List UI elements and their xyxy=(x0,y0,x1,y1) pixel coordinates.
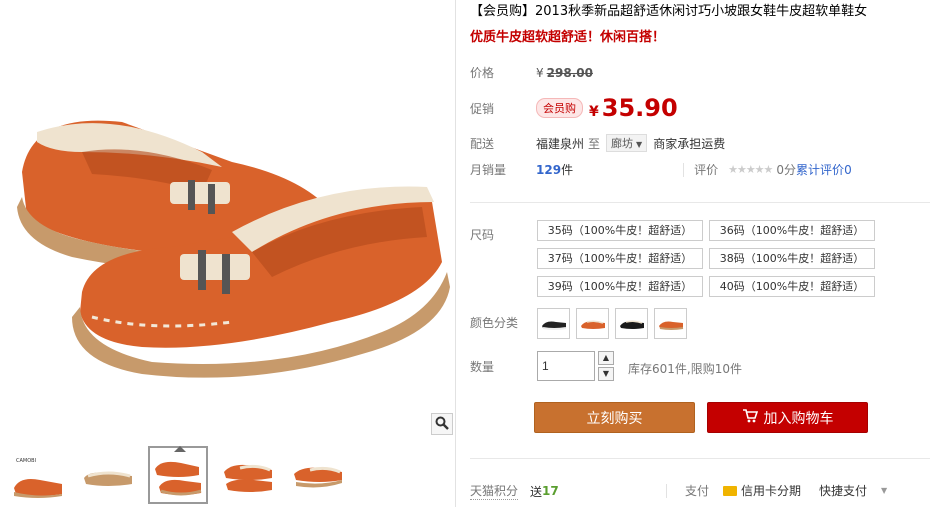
size-option-39[interactable]: 39码（100%牛皮！超舒适） xyxy=(537,276,703,297)
promo-label: 促销 xyxy=(470,101,495,116)
delivery-row: 配送 福建泉州 至 廊坊 ▼ 商家承担运费 xyxy=(470,134,725,152)
delivery-from: 福建泉州 xyxy=(536,136,585,151)
sales-row: 月销量 129 件 评价 ★★★★★ 0分 累计评价 0 xyxy=(470,161,852,178)
price-currency: ¥ xyxy=(536,65,544,80)
buy-now-button[interactable]: 立刻购买 xyxy=(534,402,695,433)
divider-line-footer xyxy=(470,458,930,459)
product-subtitle: 优质牛皮超软超舒适！休闲百搭！ xyxy=(470,30,666,45)
city-select-value: 廊坊 xyxy=(611,137,634,150)
thumbnail-pair-top[interactable] xyxy=(218,446,278,504)
add-to-cart-label: 加入购物车 xyxy=(763,410,834,427)
main-product-image[interactable] xyxy=(2,2,454,434)
rating-score: 0分 xyxy=(776,163,797,177)
delivery-label: 配送 xyxy=(470,136,495,151)
size-options: 35码（100%牛皮！超舒适） 36码（100%牛皮！超舒适） 37码（100%… xyxy=(537,220,875,297)
points-value: 17 xyxy=(542,484,559,498)
size-option-38[interactable]: 38码（100%牛皮！超舒适） xyxy=(709,248,875,269)
rating-stars: ★★★★★ xyxy=(728,163,773,176)
quantity-label-row: 数量 xyxy=(470,358,536,375)
monthly-sales-label: 月销量 xyxy=(470,163,507,177)
product-info: 【会员购】2013秋季新品超舒适休闲讨巧小坡跟女鞋牛皮超软单鞋女 优质牛皮超软超… xyxy=(470,0,930,45)
chevron-down-icon: ▼ xyxy=(636,140,643,149)
delivery-to-word: 至 xyxy=(588,136,601,151)
payment-row: 支付 信用卡分期 快捷支付 ▼ xyxy=(666,482,887,499)
points-prefix: 送 xyxy=(530,484,543,499)
thumb-brand-text: CAMOBI xyxy=(16,458,36,464)
size-option-40[interactable]: 40码（100%牛皮！超舒适） xyxy=(709,276,875,297)
promo-value: 35.90 xyxy=(601,94,678,122)
quantity-input[interactable] xyxy=(537,351,595,381)
zoom-button[interactable] xyxy=(431,413,453,435)
review-link[interactable]: 累计评价 xyxy=(796,161,844,178)
payment-label: 支付 xyxy=(685,484,710,498)
caret-up-icon: ▲ xyxy=(602,353,610,362)
original-price: 298.00 xyxy=(546,65,593,80)
quantity-label: 数量 xyxy=(470,360,495,374)
monthly-sales-count: 129 xyxy=(536,162,562,177)
review-count: 0 xyxy=(844,162,852,177)
thumbnail-pair-angled[interactable] xyxy=(148,446,208,504)
color-options xyxy=(537,308,687,339)
size-label-row: 尺码 xyxy=(470,226,536,243)
add-to-cart-button[interactable]: 加入购物车 xyxy=(707,402,868,433)
shoe-image xyxy=(17,120,450,378)
monthly-sales-unit: 件 xyxy=(561,163,574,177)
size-option-37[interactable]: 37码（100%牛皮！超舒适） xyxy=(537,248,703,269)
divider xyxy=(683,162,685,177)
divider xyxy=(666,483,667,498)
price-label: 价格 xyxy=(470,66,495,80)
color-label-row: 颜色分类 xyxy=(470,314,536,331)
points-label[interactable]: 天猫积分 xyxy=(470,482,519,500)
divider-line xyxy=(470,202,930,203)
rating-label: 评价 xyxy=(694,163,719,177)
color-swatch-black-white[interactable] xyxy=(537,308,570,339)
quantity-increase-button[interactable]: ▲ xyxy=(598,351,614,365)
shipping-note: 商家承担运费 xyxy=(653,136,726,151)
member-tag: 会员购 xyxy=(536,98,583,118)
thumbnail-side-view[interactable] xyxy=(78,446,138,504)
stock-row: 库存601件,限购10件 xyxy=(628,360,742,377)
points-row: 天猫积分 送 17 xyxy=(470,482,559,500)
product-gallery: CAMOBI xyxy=(0,0,456,507)
credit-installment: 信用卡分期 xyxy=(741,484,802,498)
color-swatch-black[interactable] xyxy=(615,308,648,339)
thumbnail-brand-card[interactable]: CAMOBI xyxy=(8,446,68,504)
color-swatch-orange-white[interactable] xyxy=(576,308,609,339)
original-price-row: 价格 ¥ 298.00 xyxy=(470,64,593,81)
size-option-36[interactable]: 36码（100%牛皮！超舒适） xyxy=(709,220,875,241)
color-label: 颜色分类 xyxy=(470,316,519,330)
buy-now-label: 立刻购买 xyxy=(586,410,643,427)
thumbnail-pair-side[interactable] xyxy=(288,446,348,504)
quantity-decrease-button[interactable]: ▼ xyxy=(598,367,614,381)
magnifier-icon xyxy=(435,416,449,433)
chevron-down-icon[interactable]: ▼ xyxy=(881,486,887,495)
cart-icon xyxy=(742,408,758,427)
thumbnail-strip: CAMOBI xyxy=(8,446,448,504)
promo-currency: ¥ xyxy=(589,104,599,120)
product-title: 【会员购】2013秋季新品超舒适休闲讨巧小坡跟女鞋牛皮超软单鞋女 xyxy=(470,4,868,19)
color-swatch-orange[interactable] xyxy=(654,308,687,339)
city-select[interactable]: 廊坊 ▼ xyxy=(606,134,648,152)
promo-price-row: 促销 会员购 ¥35.90 xyxy=(470,94,678,122)
quick-pay[interactable]: 快捷支付 xyxy=(819,482,867,499)
caret-down-icon: ▼ xyxy=(602,369,610,378)
size-label: 尺码 xyxy=(470,228,495,242)
size-option-35[interactable]: 35码（100%牛皮！超舒适） xyxy=(537,220,703,241)
promo-price: ¥35.90 xyxy=(589,94,678,122)
credit-card-icon xyxy=(723,485,738,496)
stock-info: 库存601件,限购10件 xyxy=(628,362,742,376)
